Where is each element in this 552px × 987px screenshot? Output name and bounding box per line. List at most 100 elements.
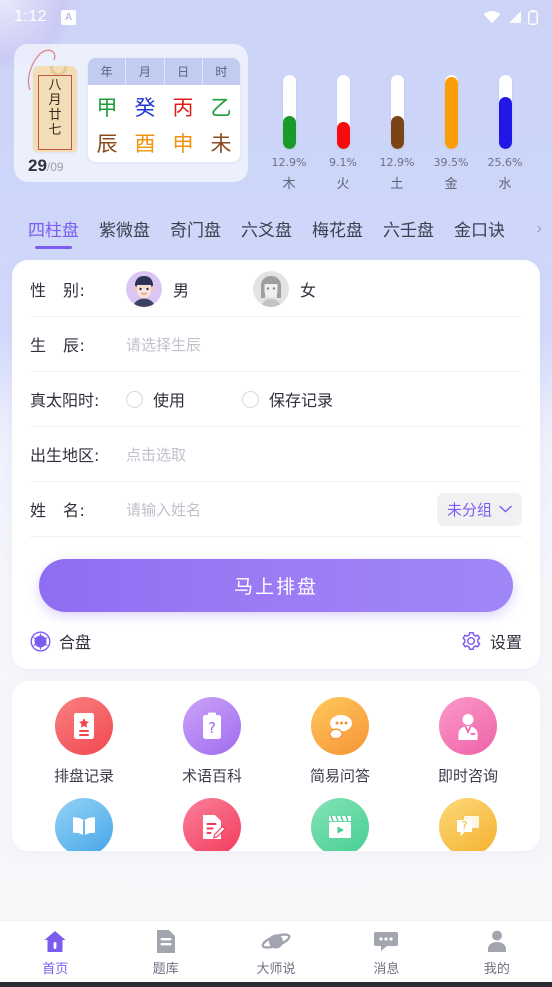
chart-type-tabs[interactable]: 四柱盘 紫微盘 奇门盘 六爻盘 梅花盘 六壬盘 金口诀 ›: [0, 206, 552, 254]
nav-label-home: 首页: [42, 962, 69, 977]
tab-sizhupan[interactable]: 四柱盘: [28, 216, 79, 250]
element-bar-fill-fire: [336, 122, 350, 149]
open-book-icon: [55, 798, 113, 851]
tab-qimenpan[interactable]: 奇门盘: [170, 216, 221, 250]
save-record-option[interactable]: 保存记录: [242, 387, 333, 411]
feature-public-qa[interactable]: ? 公开答疑: [404, 798, 532, 851]
true-solar-time-label: 真太阳时:: [30, 391, 100, 410]
element-fire: 9.1% 火: [320, 75, 366, 192]
app-badge-icon: A: [61, 9, 77, 25]
submit-paipan-button[interactable]: 马上排盘: [39, 559, 513, 612]
compose-chart-button[interactable]: 合盘: [30, 629, 91, 653]
pillar-header-month: 月: [126, 58, 165, 85]
stem-month: 癸: [134, 96, 156, 120]
bazi-card[interactable]: 八 月 廿 七 29/09 年 月 日 时 甲 癸 丙 乙 辰 酉 申 未: [14, 44, 248, 182]
pillar-header-year: 年: [88, 58, 127, 85]
nav-label-messages: 消息: [373, 962, 400, 977]
gender-option-male[interactable]: 男: [126, 271, 189, 307]
element-water: 25.6% 水: [482, 75, 528, 192]
lunar-char-3: 七: [48, 123, 62, 138]
chevron-down-icon: [499, 505, 512, 513]
pillars-header-row: 年 月 日 时: [88, 58, 240, 85]
nav-item-home[interactable]: 首页: [0, 927, 110, 977]
true-solar-use-option[interactable]: 使用: [126, 387, 185, 411]
group-select-value: 未分组: [446, 500, 492, 519]
birth-time-row[interactable]: 生 辰: 请选择生辰: [30, 317, 522, 372]
feature-terminology-wiki[interactable]: ? 术语百科: [148, 697, 276, 786]
document-pencil-icon: [183, 798, 241, 851]
lunar-char-1: 月: [48, 93, 62, 108]
person-icon: [442, 927, 552, 955]
element-bar-fill-earth: [390, 116, 404, 149]
element-pct-earth: 12.9%: [379, 156, 415, 169]
settings-button[interactable]: 设置: [460, 629, 522, 653]
tab-jinkoujue[interactable]: 金口诀: [454, 216, 505, 250]
feature-video-guide[interactable]: 视频宝典: [276, 798, 404, 851]
element-earth: 12.9% 土: [374, 75, 420, 192]
feature-instant-consult[interactable]: 即时咨询: [404, 697, 532, 786]
feature-label-1: 术语百科: [181, 767, 242, 785]
status-bar-icons: [483, 9, 538, 25]
pillar-header-day: 日: [165, 58, 203, 85]
clipboard-question-icon: ?: [183, 697, 241, 755]
signal-icon: [507, 10, 522, 24]
feature-ebooks[interactable]: 电子书籍: [20, 798, 148, 851]
birth-place-row[interactable]: 出生地区: 点击选取: [30, 427, 522, 482]
radio-save[interactable]: [242, 390, 260, 408]
feature-simple-qa[interactable]: 简易问答: [276, 697, 404, 786]
feature-paipan-records[interactable]: 排盘记录: [20, 697, 148, 786]
solar-month: /09: [46, 160, 64, 174]
tab-meihuapan[interactable]: 梅花盘: [312, 216, 363, 250]
stem-day: 丙: [172, 96, 194, 120]
nav-label-question-bank: 题库: [152, 962, 179, 977]
gear-icon: [462, 632, 481, 650]
status-bar: 1:12 A: [0, 0, 552, 34]
male-label: 男: [173, 281, 190, 300]
tab-liuyaopan[interactable]: 六爻盘: [241, 216, 292, 250]
planet-icon: [221, 927, 331, 955]
home-indicator: [0, 982, 552, 987]
true-solar-time-row: 真太阳时: 使用 保存记录: [30, 372, 522, 427]
tab-ziweipan[interactable]: 紫微盘: [99, 216, 150, 250]
gender-row: 性 别: 男 女: [30, 262, 522, 317]
group-select[interactable]: 未分组: [436, 492, 522, 526]
settings-label: 设置: [489, 633, 522, 652]
card-footer-actions: 合盘 设置: [30, 629, 522, 653]
name-row[interactable]: 姓 名: 请输入姓名 未分组: [30, 482, 522, 537]
branch-day: 申: [172, 132, 194, 156]
element-bar-wood: [282, 75, 296, 149]
earthly-branches-row: 辰 酉 申 未: [88, 126, 240, 162]
element-pct-fire: 9.1%: [329, 156, 357, 169]
message-icon: [331, 927, 441, 955]
feature-grid-card: 排盘记录 ? 术语百科 简易问答 即时咨询 ?: [12, 681, 540, 851]
name-input[interactable]: 请输入姓名: [126, 499, 201, 520]
svg-text:?: ?: [208, 719, 216, 737]
nav-item-master-talk[interactable]: 大师说: [221, 927, 331, 977]
birth-time-input[interactable]: 请选择生辰: [126, 334, 201, 355]
solar-day: 29: [28, 156, 47, 175]
element-bar-earth: [390, 75, 404, 149]
nav-item-question-bank[interactable]: 题库: [110, 927, 220, 977]
solar-date: 29/09: [28, 156, 64, 176]
branch-year: 辰: [96, 132, 118, 156]
birth-place-input[interactable]: 点击选取: [126, 444, 186, 465]
lunar-tag-text: 八 月 廿 七: [38, 75, 72, 150]
pillar-header-hour: 时: [215, 65, 228, 79]
tab-liurenpan[interactable]: 六壬盘: [383, 216, 434, 250]
radio-use[interactable]: [126, 390, 143, 408]
four-pillars-table[interactable]: 年 月 日 时 甲 癸 丙 乙 辰 酉 申 未: [88, 58, 240, 162]
branch-hour: 未: [210, 132, 232, 156]
gender-option-female[interactable]: 女: [253, 271, 316, 307]
nav-item-messages[interactable]: 消息: [331, 927, 441, 977]
female-avatar: [253, 271, 290, 307]
top-summary-panel: 八 月 廿 七 29/09 年 月 日 时 甲 癸 丙 乙 辰 酉 申 未 12…: [0, 34, 552, 206]
chevron-right-icon[interactable]: ›: [537, 220, 542, 246]
element-bar-fill-metal: [444, 77, 458, 149]
nav-item-profile[interactable]: 我的: [442, 927, 552, 977]
stem-year: 甲: [96, 96, 118, 120]
feature-case-studies[interactable]: 解盘案例: [148, 798, 276, 851]
compose-chart-label: 合盘: [59, 633, 92, 652]
home-icon: [0, 927, 110, 955]
battery-icon: [528, 9, 538, 25]
lunar-char-2: 廿: [48, 108, 62, 123]
